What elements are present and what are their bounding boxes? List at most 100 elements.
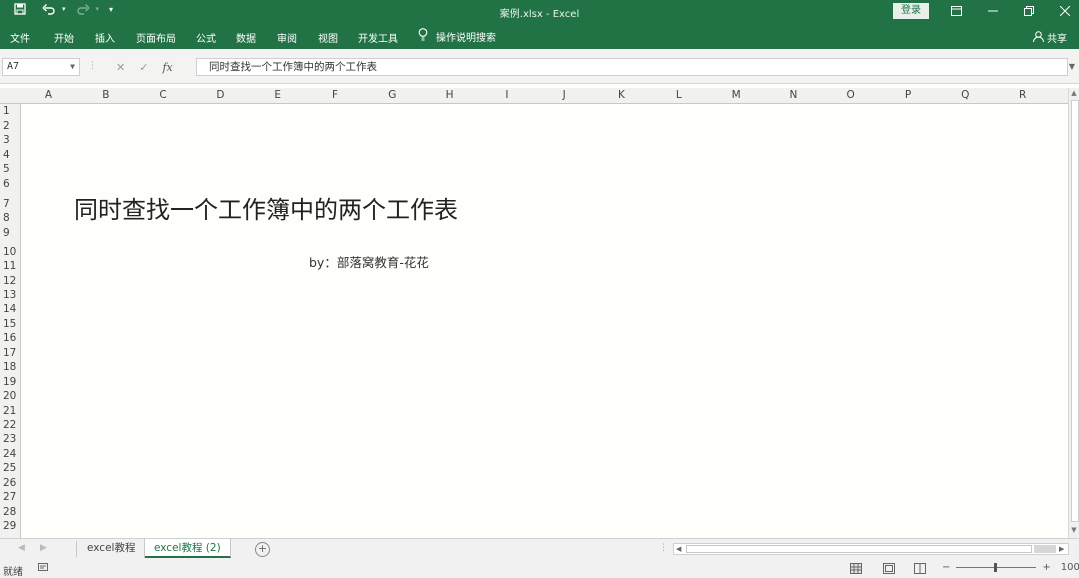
share-button[interactable]: 共享: [1033, 30, 1067, 45]
cancel-icon[interactable]: ✕: [116, 61, 125, 74]
scroll-up-icon[interactable]: ▲: [1070, 89, 1078, 97]
horizontal-scrollbar[interactable]: ◀ ▶: [673, 543, 1069, 555]
tell-me-search[interactable]: 操作说明搜索: [418, 28, 496, 44]
add-sheet-icon[interactable]: +: [255, 542, 270, 557]
tab-insert[interactable]: 插入: [95, 30, 115, 45]
tab-file[interactable]: 文件: [10, 30, 30, 45]
worksheet-grid[interactable]: [21, 104, 1068, 538]
column-header-l[interactable]: L: [650, 89, 707, 101]
row-header-28[interactable]: 28: [0, 506, 19, 518]
page-layout-view-icon[interactable]: [883, 563, 895, 577]
column-header-c[interactable]: C: [135, 89, 192, 101]
row-header-10[interactable]: 10: [0, 246, 19, 258]
sheet-tab-excel-2[interactable]: excel教程 (2): [145, 539, 231, 558]
drag-handle-icon[interactable]: ⋮: [88, 61, 97, 71]
row-header-5[interactable]: 5: [0, 163, 19, 175]
zoom-out-icon[interactable]: −: [942, 562, 950, 573]
zoom-slider[interactable]: [956, 563, 1037, 572]
column-header-h[interactable]: H: [421, 89, 478, 101]
tab-split-handle-icon[interactable]: ⋮: [659, 543, 668, 553]
name-box-dropdown-icon[interactable]: ▼: [70, 59, 75, 75]
column-header-e[interactable]: E: [249, 89, 306, 101]
scroll-down-icon[interactable]: ▼: [1070, 526, 1078, 534]
normal-view-icon[interactable]: [850, 563, 862, 577]
tab-home[interactable]: 开始: [54, 30, 74, 45]
row-header-22[interactable]: 22: [0, 419, 19, 431]
tab-formulas[interactable]: 公式: [196, 30, 216, 45]
page-break-view-icon[interactable]: [914, 563, 926, 577]
row-header-2[interactable]: 2: [0, 120, 19, 132]
macro-record-icon[interactable]: [38, 562, 48, 575]
row-header-23[interactable]: 23: [0, 433, 19, 445]
column-header-f[interactable]: F: [307, 89, 364, 101]
row-header-3[interactable]: 3: [0, 134, 19, 146]
zoom-in-icon[interactable]: +: [1042, 562, 1050, 573]
row-header-24[interactable]: 24: [0, 448, 19, 460]
row-header-18[interactable]: 18: [0, 361, 19, 373]
row-header-9[interactable]: 9: [0, 227, 19, 239]
tab-page-layout[interactable]: 页面布局: [136, 30, 176, 45]
column-header-r[interactable]: R: [994, 89, 1051, 101]
row-header-14[interactable]: 14: [0, 303, 19, 315]
expand-formula-bar-icon[interactable]: ▼: [1069, 62, 1075, 71]
login-button[interactable]: 登录: [893, 3, 929, 19]
scroll-right-icon[interactable]: ▶: [1059, 545, 1064, 553]
column-header-g[interactable]: G: [364, 89, 421, 101]
scroll-left-icon[interactable]: ◀: [676, 545, 681, 553]
enter-icon[interactable]: ✓: [139, 61, 148, 74]
column-header-q[interactable]: Q: [937, 89, 994, 101]
insert-function-icon[interactable]: fx: [162, 61, 172, 74]
minimize-icon[interactable]: [984, 3, 1002, 19]
tab-developer[interactable]: 开发工具: [358, 30, 398, 45]
column-header-k[interactable]: K: [593, 89, 650, 101]
row-header-13[interactable]: 13: [0, 289, 19, 301]
cell-a7-title[interactable]: 同时查找一个工作簿中的两个工作表: [74, 190, 458, 225]
row-header-17[interactable]: 17: [0, 347, 19, 359]
close-icon[interactable]: [1056, 3, 1074, 19]
title-bar: ▾ ▾ ▾ 案例.xlsx - Excel 登录: [0, 0, 1079, 24]
column-header-m[interactable]: M: [708, 89, 765, 101]
column-header-n[interactable]: N: [765, 89, 822, 101]
tab-view[interactable]: 视图: [318, 30, 338, 45]
column-header-i[interactable]: I: [478, 89, 535, 101]
row-header-20[interactable]: 20: [0, 390, 19, 402]
tab-data[interactable]: 数据: [236, 30, 256, 45]
column-header-d[interactable]: D: [192, 89, 249, 101]
formula-input[interactable]: 同时查找一个工作簿中的两个工作表: [196, 58, 1068, 76]
column-header-b[interactable]: B: [77, 89, 134, 101]
row-header-25[interactable]: 25: [0, 462, 19, 474]
sheet-tab-excel[interactable]: excel教程: [78, 539, 146, 558]
row-header-21[interactable]: 21: [0, 405, 19, 417]
column-header-p[interactable]: P: [880, 89, 937, 101]
name-box[interactable]: A7 ▼: [2, 58, 80, 76]
column-header-a[interactable]: A: [20, 89, 77, 101]
status-ready: 就绪: [3, 567, 23, 578]
prev-sheet-icon[interactable]: ◀: [18, 543, 25, 553]
row-header-16[interactable]: 16: [0, 332, 19, 344]
row-header-11[interactable]: 11: [0, 260, 19, 272]
column-header-o[interactable]: O: [822, 89, 879, 101]
lightbulb-icon: [418, 28, 428, 44]
next-sheet-icon[interactable]: ▶: [40, 543, 47, 553]
vertical-scrollbar[interactable]: ▲ ▼: [1068, 88, 1079, 538]
row-header-29[interactable]: 29: [0, 520, 19, 532]
ribbon-display-options-icon[interactable]: [947, 3, 965, 19]
row-header-1[interactable]: 1: [0, 105, 19, 117]
zoom-level[interactable]: 100%: [1061, 562, 1079, 573]
row-header-6[interactable]: 6: [0, 178, 19, 190]
row-header-8[interactable]: 8: [0, 212, 19, 224]
tab-review[interactable]: 审阅: [277, 30, 297, 45]
cell-author[interactable]: by：部落窝教育-花花: [309, 252, 429, 271]
row-header-19[interactable]: 19: [0, 376, 19, 388]
restore-icon[interactable]: [1020, 3, 1038, 19]
row-header-12[interactable]: 12: [0, 275, 19, 287]
row-header-7[interactable]: 7: [0, 198, 19, 210]
vertical-scroll-thumb[interactable]: [1071, 100, 1079, 522]
column-header-j[interactable]: J: [536, 89, 593, 101]
horizontal-scroll-thumb[interactable]: [686, 545, 1032, 553]
row-header-15[interactable]: 15: [0, 318, 19, 330]
row-header-26[interactable]: 26: [0, 477, 19, 489]
row-header-4[interactable]: 4: [0, 149, 19, 161]
zoom-slider-knob[interactable]: [994, 563, 998, 572]
row-header-27[interactable]: 27: [0, 491, 19, 503]
